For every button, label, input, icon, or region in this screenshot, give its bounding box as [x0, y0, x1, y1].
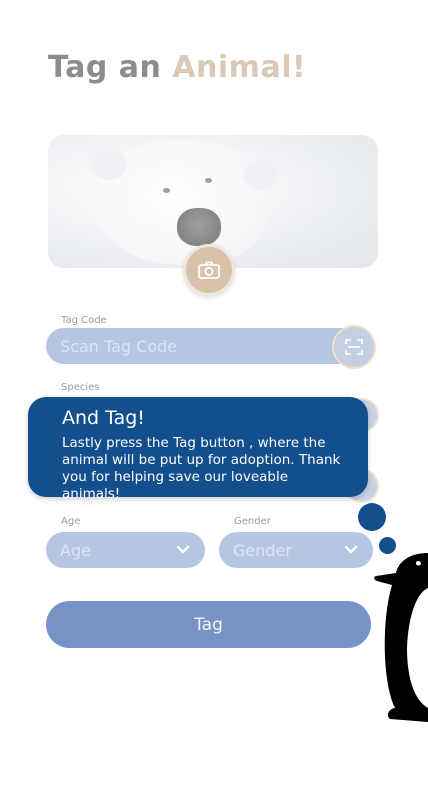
- scan-button[interactable]: [332, 325, 376, 369]
- page-title: Tag an Animal!: [48, 50, 306, 85]
- tooltip-title: And Tag!: [62, 407, 145, 429]
- chevron-down-icon: [176, 545, 190, 554]
- camera-icon: [198, 261, 220, 279]
- thought-bubble-large: [358, 503, 386, 531]
- gender-select[interactable]: Gender: [219, 532, 373, 568]
- gender-label: Gender: [234, 516, 271, 527]
- tooltip-body: Lastly press the Tag button , where the …: [62, 435, 341, 502]
- tag-button[interactable]: Tag: [46, 601, 371, 648]
- page-title-accent: Animal!: [172, 50, 307, 85]
- tag-code-label: Tag Code: [61, 315, 107, 326]
- age-select-value: Age: [60, 540, 91, 560]
- penguin-mascot: [374, 553, 428, 722]
- species-label: Species: [61, 382, 100, 393]
- age-label: Age: [61, 516, 81, 527]
- age-select[interactable]: Age: [46, 532, 205, 568]
- tutorial-tooltip: And Tag! Lastly press the Tag button , w…: [28, 397, 368, 502]
- page-title-main: Tag an: [48, 50, 162, 85]
- tag-code-input[interactable]: Scan Tag Code: [46, 328, 364, 364]
- chevron-down-icon: [344, 545, 358, 554]
- scan-icon: [345, 339, 363, 355]
- gender-select-value: Gender: [233, 540, 292, 560]
- camera-button[interactable]: [183, 244, 235, 296]
